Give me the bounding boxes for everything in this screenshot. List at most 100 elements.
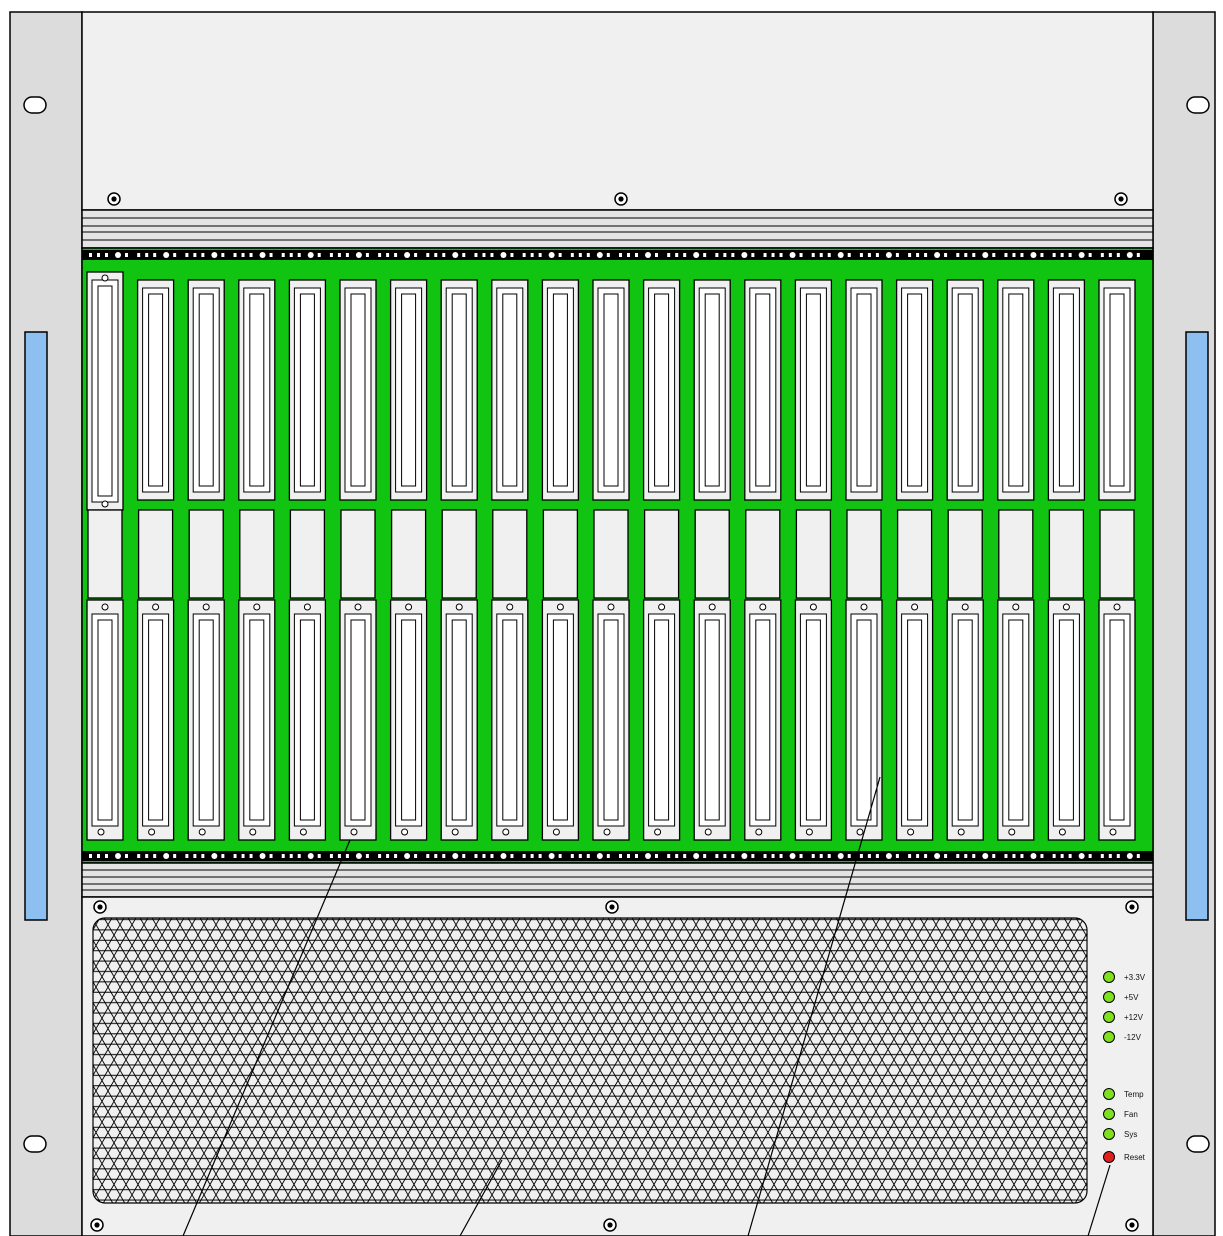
slot-connector-middle (1048, 509, 1085, 599)
card-slot[interactable] (187, 279, 225, 841)
slot-connector-middle (492, 509, 528, 599)
slot-connector-lower (238, 599, 276, 841)
card-slot[interactable] (592, 279, 630, 841)
reset-button[interactable]: Reset (1103, 1151, 1146, 1163)
right-handle[interactable] (1185, 331, 1209, 921)
rack-chassis-diagram: +3.3V +5V +12V -12V Temp Fan Sys Reset (9, 11, 1216, 1236)
slot-connector-upper (440, 279, 478, 501)
card-slot[interactable] (491, 279, 529, 841)
slot-connector-lower (845, 599, 883, 841)
system-indicator: Temp (1103, 1088, 1144, 1100)
slot-connector-middle (694, 509, 730, 599)
connector-strip-top (82, 250, 1153, 260)
slot-connector-middle (795, 509, 832, 599)
card-slot[interactable] (693, 279, 731, 841)
card-slot[interactable] (541, 279, 580, 841)
slot-connector-lower (592, 599, 630, 841)
slot-connector-upper (541, 279, 580, 501)
slot-connector-upper (592, 279, 630, 501)
fan-panel-screw-3 (1125, 900, 1139, 914)
card-slot[interactable] (845, 279, 883, 841)
fan-panel-screw-2 (605, 900, 619, 914)
slot-connector-upper (339, 279, 377, 501)
left-mounting-ear (9, 11, 83, 1236)
top-panel-screw-2 (614, 192, 628, 206)
slot-connector-lower (895, 599, 934, 841)
top-panel-screw-3 (1114, 192, 1128, 206)
slot-connector-middle (87, 509, 123, 599)
slot-connector-lower (946, 599, 984, 841)
slot-connector-upper (136, 279, 175, 501)
card-slot[interactable] (238, 279, 276, 841)
slot-connector-upper (946, 279, 984, 501)
status-led-icon (1103, 991, 1115, 1003)
card-slot[interactable] (997, 279, 1035, 841)
left-handle[interactable] (24, 331, 48, 921)
slot-connector-upper (997, 279, 1035, 501)
status-led-icon (1103, 1128, 1115, 1140)
slot-connector-upper (187, 279, 225, 501)
card-slot[interactable] (642, 279, 681, 841)
card-slot[interactable] (1098, 279, 1136, 841)
right-mounting-ear (1152, 11, 1216, 1236)
slot-connector-lower (642, 599, 681, 841)
slot-connector-lower (744, 599, 782, 841)
card-slot[interactable] (1047, 279, 1086, 841)
slot-connector-upper (1098, 279, 1136, 501)
indicator-label: +3.3V (1124, 973, 1146, 982)
card-slot[interactable] (744, 279, 782, 841)
slot-connector-upper (693, 279, 731, 501)
slot-connector-upper (238, 279, 276, 501)
slot-connector-middle (542, 509, 579, 599)
slot-connector-lower (339, 599, 377, 841)
slot-connector-middle (593, 509, 629, 599)
slot-connector-upper (845, 279, 883, 501)
card-slot[interactable] (895, 279, 934, 841)
slot-connector-middle (643, 509, 680, 599)
card-slot[interactable] (389, 279, 428, 841)
slot-connector-lower (440, 599, 478, 841)
fan-panel-screw-1 (93, 900, 107, 914)
slot-connector-lower (541, 599, 580, 841)
slot-connector-lower (491, 599, 529, 841)
slot-connector-lower (136, 599, 175, 841)
left-mounting-hole-top (23, 96, 47, 114)
bottom-card-rail (81, 862, 1154, 898)
power-indicator: +12V (1103, 1011, 1144, 1023)
status-led-icon (1103, 971, 1115, 983)
indicator-label: +5V (1124, 993, 1139, 1002)
right-mounting-hole-top (1186, 96, 1210, 114)
top-panel-screw-1 (107, 192, 121, 206)
slot-connector-middle (441, 509, 477, 599)
reset-led-icon (1103, 1151, 1115, 1163)
slot-connector-middle (137, 509, 174, 599)
right-mounting-hole-bottom (1186, 1135, 1210, 1153)
left-mounting-hole-bottom (23, 1135, 47, 1153)
fan-panel-screw-4 (90, 1218, 104, 1232)
card-slot[interactable] (86, 271, 124, 841)
slot-connector-middle (846, 509, 882, 599)
slot-connector-lower (1098, 599, 1136, 841)
indicator-label: Fan (1124, 1110, 1138, 1119)
slot-connector-middle (289, 509, 326, 599)
card-slot[interactable] (440, 279, 478, 841)
slot-connector-upper (1047, 279, 1086, 501)
slot-connector-lower (997, 599, 1035, 841)
indicator-label: Temp (1124, 1090, 1144, 1099)
status-led-icon (1103, 1011, 1115, 1023)
fan-vent-grille (92, 917, 1088, 1204)
slot-connector-middle (745, 509, 781, 599)
card-slot[interactable] (794, 279, 833, 841)
card-slot[interactable] (946, 279, 984, 841)
card-slot[interactable] (136, 279, 175, 841)
slot-connector-upper (642, 279, 681, 501)
slot-connector-middle (998, 509, 1034, 599)
slot-connector-middle (947, 509, 983, 599)
slot-connector-upper (389, 279, 428, 501)
card-slot[interactable] (288, 279, 327, 841)
slot-connector-lower (1047, 599, 1086, 841)
slot-connector-lower (187, 599, 225, 841)
slot-connector-middle (239, 509, 275, 599)
card-slot[interactable] (339, 279, 377, 841)
status-led-icon (1103, 1088, 1115, 1100)
